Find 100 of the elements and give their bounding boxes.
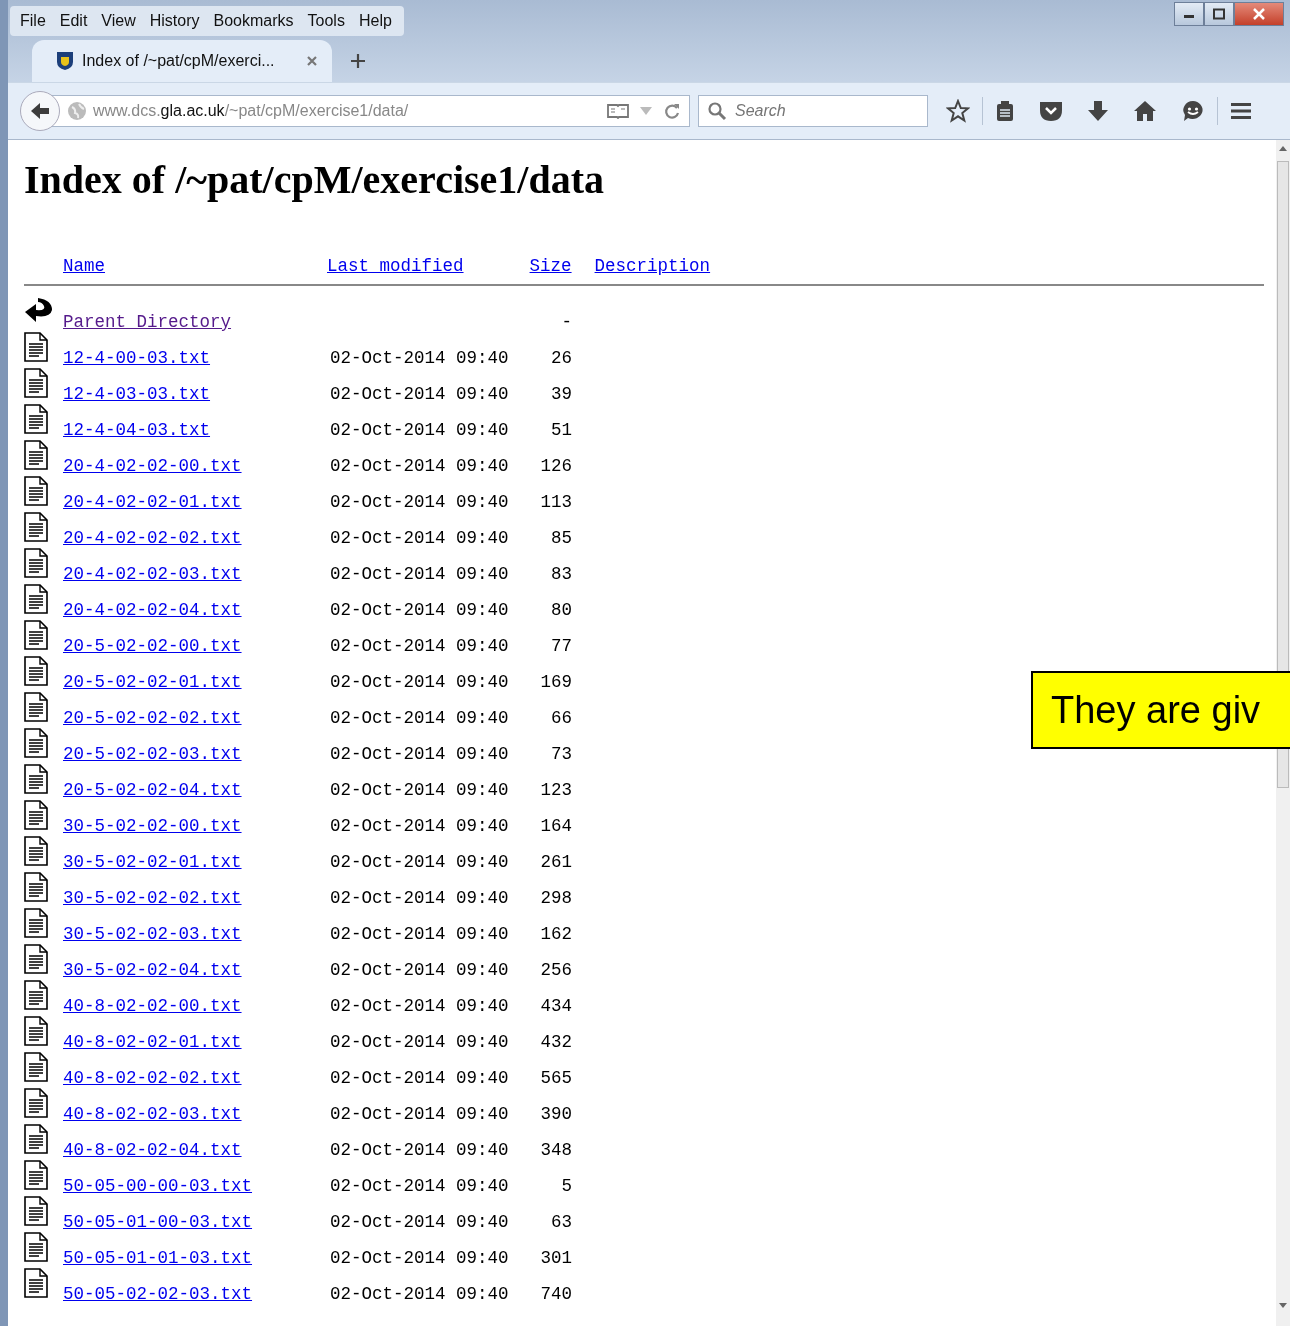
shield-icon [56, 51, 74, 71]
modified-date: 02-Oct-2014 09:40 [330, 420, 509, 440]
file-size: - [561, 312, 572, 332]
column-header-link[interactable]: Last modified [327, 256, 464, 276]
file-link[interactable]: Parent Directory [63, 312, 330, 332]
document-icon [24, 836, 48, 866]
document-icon [24, 1196, 48, 1226]
file-link[interactable]: 30-5-02-02-03.txt [63, 924, 330, 944]
file-link[interactable]: 20-4-02-02-02.txt [63, 528, 330, 548]
maximize-button[interactable] [1204, 2, 1234, 26]
document-icon [24, 1124, 48, 1154]
search-field[interactable]: Search [733, 101, 917, 121]
file-link[interactable]: 20-5-02-02-01.txt [63, 672, 330, 692]
file-link[interactable]: 40-8-02-02-02.txt [63, 1068, 330, 1088]
document-icon [24, 656, 48, 686]
pocket-icon[interactable] [1039, 100, 1063, 122]
file-link[interactable]: 20-4-02-02-03.txt [63, 564, 330, 584]
file-size: 434 [540, 996, 572, 1016]
menu-item[interactable]: View [95, 12, 142, 30]
file-size: 85 [551, 528, 572, 548]
modified-date: 02-Oct-2014 09:40 [330, 564, 509, 584]
file-size: 77 [551, 636, 572, 656]
modified-date: 02-Oct-2014 09:40 [330, 1212, 509, 1232]
file-link[interactable]: 50-05-00-00-03.txt [63, 1176, 330, 1196]
file-link[interactable]: 30-5-02-02-01.txt [63, 852, 330, 872]
document-icon [24, 584, 48, 614]
file-link[interactable]: 12-4-00-03.txt [63, 348, 330, 368]
file-link[interactable]: 40-8-02-02-01.txt [63, 1032, 330, 1052]
document-icon [24, 728, 48, 758]
menu-item[interactable]: Tools [301, 12, 351, 30]
back-arrow-icon [24, 296, 54, 324]
file-size: 126 [540, 456, 572, 476]
document-icon [24, 1088, 48, 1118]
file-size: 162 [540, 924, 572, 944]
file-size: 565 [540, 1068, 572, 1088]
document-icon [24, 440, 48, 470]
search-bar[interactable]: Search [698, 95, 928, 127]
modified-date: 02-Oct-2014 09:40 [330, 348, 509, 368]
file-link[interactable]: 12-4-04-03.txt [63, 420, 330, 440]
menu-item[interactable]: Bookmarks [207, 12, 300, 30]
back-arrow-icon [29, 101, 51, 121]
file-link[interactable]: 50-05-01-00-03.txt [63, 1212, 330, 1232]
browser-tab[interactable]: Index of /~pat/cpM/exerci... [32, 40, 332, 82]
modified-date: 02-Oct-2014 09:40 [330, 600, 509, 620]
modified-date: 02-Oct-2014 09:40 [330, 852, 509, 872]
address-bar[interactable]: www.dcs.gla.ac.uk/~pat/cpM/exercise1/data/ [50, 95, 690, 127]
file-link[interactable]: 30-5-02-02-02.txt [63, 888, 330, 908]
menu-item[interactable]: File [14, 12, 52, 30]
book-icon[interactable] [607, 103, 629, 119]
file-link[interactable]: 50-05-01-01-03.txt [63, 1248, 330, 1268]
file-link[interactable]: 20-5-02-02-03.txt [63, 744, 330, 764]
file-link[interactable]: 20-5-02-02-04.txt [63, 780, 330, 800]
document-icon [24, 1052, 48, 1082]
download-icon[interactable] [1087, 100, 1109, 122]
file-link[interactable]: 20-4-02-02-00.txt [63, 456, 330, 476]
file-link[interactable]: 40-8-02-02-00.txt [63, 996, 330, 1016]
minimize-button[interactable] [1174, 2, 1204, 26]
file-link[interactable]: 20-4-02-02-01.txt [63, 492, 330, 512]
document-icon [24, 368, 48, 398]
clipboard-icon[interactable] [995, 100, 1015, 122]
column-header-link[interactable]: Size [529, 256, 572, 276]
file-size: 123 [540, 780, 572, 800]
file-link[interactable]: 30-5-02-02-00.txt [63, 816, 330, 836]
column-header-link[interactable]: Name [63, 256, 105, 276]
plus-icon[interactable] [350, 53, 366, 69]
scroll-down-icon[interactable] [1279, 1303, 1287, 1308]
star-icon[interactable] [946, 99, 970, 123]
file-size: 169 [540, 672, 572, 692]
file-link[interactable]: 20-5-02-02-00.txt [63, 636, 330, 656]
menu-item[interactable]: Help [352, 12, 398, 30]
modified-date: 02-Oct-2014 09:40 [330, 636, 509, 656]
reload-icon[interactable] [663, 102, 681, 120]
file-link[interactable]: 40-8-02-02-03.txt [63, 1104, 330, 1124]
file-link[interactable]: 12-4-03-03.txt [63, 384, 330, 404]
document-icon [24, 404, 48, 434]
menu-item[interactable]: Edit [53, 12, 94, 30]
menu-item[interactable]: History [143, 12, 206, 30]
file-size: 73 [551, 744, 572, 764]
document-icon [24, 1268, 48, 1298]
scroll-up-icon[interactable] [1279, 146, 1287, 151]
modified-date: 02-Oct-2014 09:40 [330, 1104, 509, 1124]
file-link[interactable]: 30-5-02-02-04.txt [63, 960, 330, 980]
column-header-link[interactable]: Description [594, 256, 711, 276]
scrollbar[interactable] [1276, 140, 1290, 1326]
document-icon [24, 944, 48, 974]
home-icon[interactable] [1133, 100, 1157, 122]
modified-date: 02-Oct-2014 09:40 [330, 960, 509, 980]
file-link[interactable]: 20-5-02-02-02.txt [63, 708, 330, 728]
maximize-icon [1212, 8, 1226, 20]
file-link[interactable]: 20-4-02-02-04.txt [63, 600, 330, 620]
close-icon[interactable] [306, 55, 318, 67]
close-button[interactable] [1234, 2, 1284, 26]
file-link[interactable]: 40-8-02-02-04.txt [63, 1140, 330, 1160]
file-link[interactable]: 50-05-02-02-03.txt [63, 1284, 330, 1304]
modified-date: 02-Oct-2014 09:40 [330, 1140, 509, 1160]
document-icon [24, 980, 48, 1010]
chat-icon[interactable] [1181, 99, 1205, 123]
back-button[interactable] [20, 91, 60, 131]
menu-icon[interactable] [1230, 102, 1252, 120]
file-size: 298 [540, 888, 572, 908]
